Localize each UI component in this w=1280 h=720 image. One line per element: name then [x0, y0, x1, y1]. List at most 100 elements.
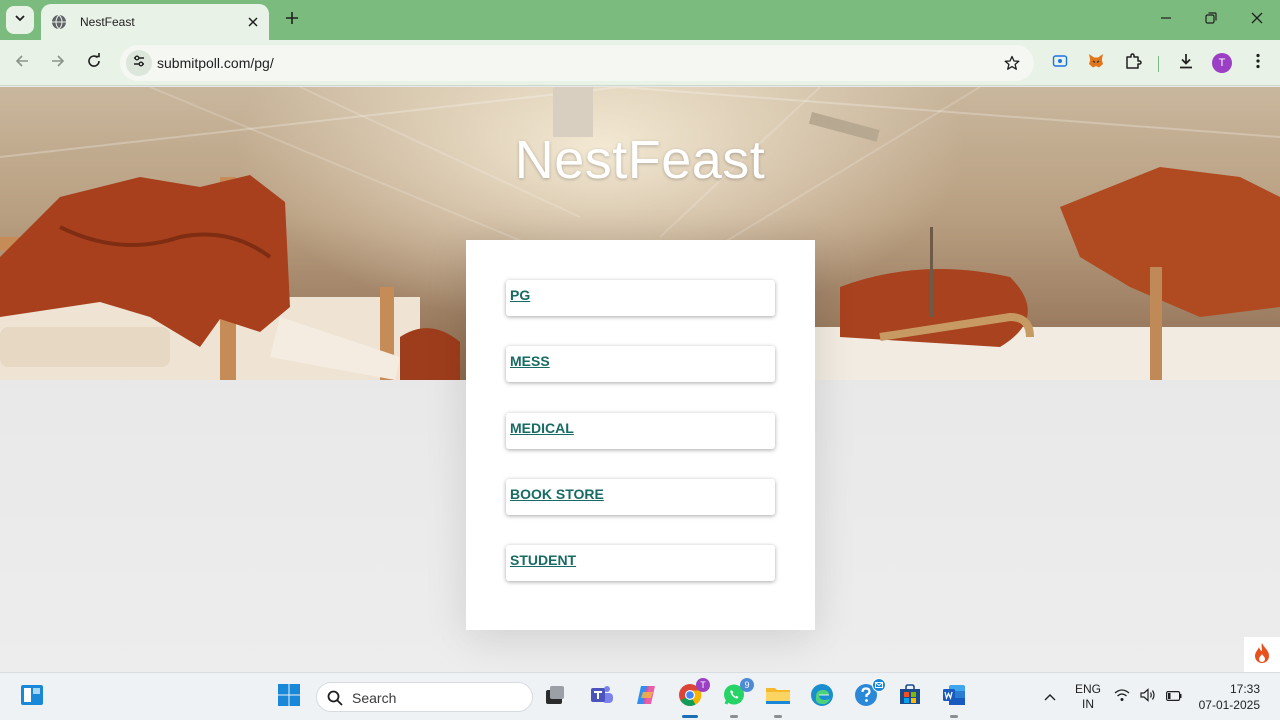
browser-tab-bar: NestFeast — [0, 0, 1280, 40]
taskbar-search-box[interactable]: Search — [316, 682, 533, 712]
reload-icon — [86, 52, 102, 74]
globe-icon — [51, 14, 67, 30]
nav-card-medical: MEDICAL — [506, 413, 775, 449]
file-explorer-app[interactable] — [762, 681, 794, 718]
task-view-button[interactable] — [539, 681, 571, 713]
minimize-button[interactable] — [1152, 6, 1180, 34]
restore-button[interactable] — [1197, 6, 1225, 34]
chevron-up-icon — [1044, 688, 1056, 706]
word-running-indicator — [950, 715, 958, 718]
teams-icon — [590, 684, 614, 711]
chrome-app[interactable]: T — [674, 678, 710, 718]
explorer-running-indicator — [774, 715, 782, 718]
teams-app[interactable] — [586, 681, 618, 713]
reload-button[interactable] — [80, 49, 108, 77]
browser-tab[interactable]: NestFeast — [41, 4, 269, 40]
close-window-button[interactable] — [1243, 6, 1271, 34]
screen-capture-button[interactable] — [1046, 49, 1074, 77]
profile-avatar[interactable]: T — [1212, 53, 1232, 73]
page-content: NestFeast PG MESS MEDICAL BOOK STORE STU… — [0, 87, 1280, 672]
extensions-button[interactable] — [1119, 49, 1147, 77]
nav-card-pg: PG — [506, 280, 775, 316]
address-bar[interactable]: submitpoll.com/pg/ — [120, 45, 1034, 81]
word-app[interactable] — [938, 681, 970, 718]
restore-icon — [1205, 11, 1217, 29]
site-info-icon — [132, 54, 146, 73]
tab-search-icon — [14, 11, 26, 29]
nav-link-medical[interactable]: MEDICAL — [510, 420, 574, 436]
nav-link-pg[interactable]: PG — [510, 287, 530, 303]
file-explorer-icon — [765, 684, 791, 711]
downloads-button[interactable] — [1172, 49, 1200, 77]
tab-search-button[interactable] — [6, 6, 34, 34]
metamask-extension-button[interactable] — [1082, 49, 1110, 77]
browser-toolbar: submitpoll.com/pg/ T — [0, 40, 1280, 86]
forward-icon — [50, 53, 66, 74]
system-clock[interactable]: 17:33 07-01-2025 — [1196, 681, 1260, 713]
widgets-icon — [20, 684, 44, 711]
battery-button[interactable] — [1162, 681, 1186, 713]
screen-capture-icon — [1052, 53, 1068, 74]
close-icon — [1251, 11, 1263, 29]
copilot-app[interactable] — [630, 681, 662, 713]
nav-link-mess[interactable]: MESS — [510, 353, 550, 369]
start-button[interactable] — [273, 681, 305, 713]
tab-title: NestFeast — [80, 15, 135, 29]
help-notification-badge — [872, 678, 886, 692]
show-hidden-icons-button[interactable] — [1034, 681, 1066, 713]
windows-start-icon — [277, 683, 301, 712]
nav-card-book-store: BOOK STORE — [506, 479, 775, 515]
whatsapp-app[interactable]: 9 — [718, 678, 754, 718]
whatsapp-running-indicator — [730, 715, 738, 718]
search-icon — [327, 690, 343, 711]
download-icon — [1177, 52, 1195, 75]
chrome-running-indicator — [682, 715, 698, 718]
store-icon — [898, 683, 922, 712]
nav-link-student[interactable]: STUDENT — [510, 552, 576, 568]
back-button[interactable] — [8, 49, 36, 77]
plus-icon — [285, 11, 299, 30]
store-app[interactable] — [894, 681, 926, 713]
clock-date: 07-01-2025 — [1198, 698, 1260, 712]
nav-link-book-store[interactable]: BOOK STORE — [510, 486, 604, 502]
language-region: IN — [1082, 697, 1094, 711]
edge-icon — [810, 683, 834, 712]
language-indicator[interactable]: ENG IN — [1072, 682, 1104, 712]
edge-app[interactable] — [806, 681, 838, 713]
navigation-panel: PG MESS MEDICAL BOOK STORE STUDENT — [466, 240, 815, 630]
word-icon — [942, 683, 966, 712]
language-code: ENG — [1074, 682, 1101, 696]
kebab-menu-icon — [1256, 53, 1260, 74]
forward-button[interactable] — [44, 49, 72, 77]
extensions-icon — [1124, 52, 1142, 75]
browser-menu-button[interactable] — [1244, 49, 1272, 77]
site-info-button[interactable] — [126, 50, 152, 76]
back-icon — [14, 53, 30, 74]
new-tab-button[interactable] — [280, 8, 304, 32]
help-app[interactable] — [850, 678, 886, 713]
task-view-icon — [544, 684, 566, 711]
network-button[interactable] — [1110, 681, 1134, 713]
windows-taskbar: Search T 9 ENG IN 17:33 07-01-2025 — [0, 672, 1280, 720]
whatsapp-unread-badge: 9 — [740, 678, 754, 692]
volume-icon — [1140, 687, 1156, 707]
battery-icon — [1166, 688, 1182, 706]
volume-button[interactable] — [1136, 681, 1160, 713]
url-text: submitpoll.com/pg/ — [157, 55, 274, 71]
toolbar-divider — [1158, 56, 1159, 72]
fire-icon — [1252, 642, 1272, 669]
floating-fire-button[interactable] — [1244, 637, 1280, 672]
taskbar-search-placeholder: Search — [352, 690, 397, 706]
wifi-icon — [1114, 688, 1130, 707]
clock-time: 17:33 — [1229, 682, 1260, 696]
widgets-button[interactable] — [16, 681, 48, 713]
nav-card-student: STUDENT — [506, 545, 775, 581]
metamask-icon — [1087, 52, 1105, 75]
site-title: NestFeast — [514, 130, 766, 190]
minimize-icon — [1160, 11, 1172, 29]
nav-card-mess: MESS — [506, 346, 775, 382]
close-icon[interactable] — [243, 12, 263, 32]
copilot-icon — [634, 684, 658, 711]
star-icon[interactable] — [1002, 53, 1022, 73]
chrome-profile-badge: T — [696, 678, 710, 692]
